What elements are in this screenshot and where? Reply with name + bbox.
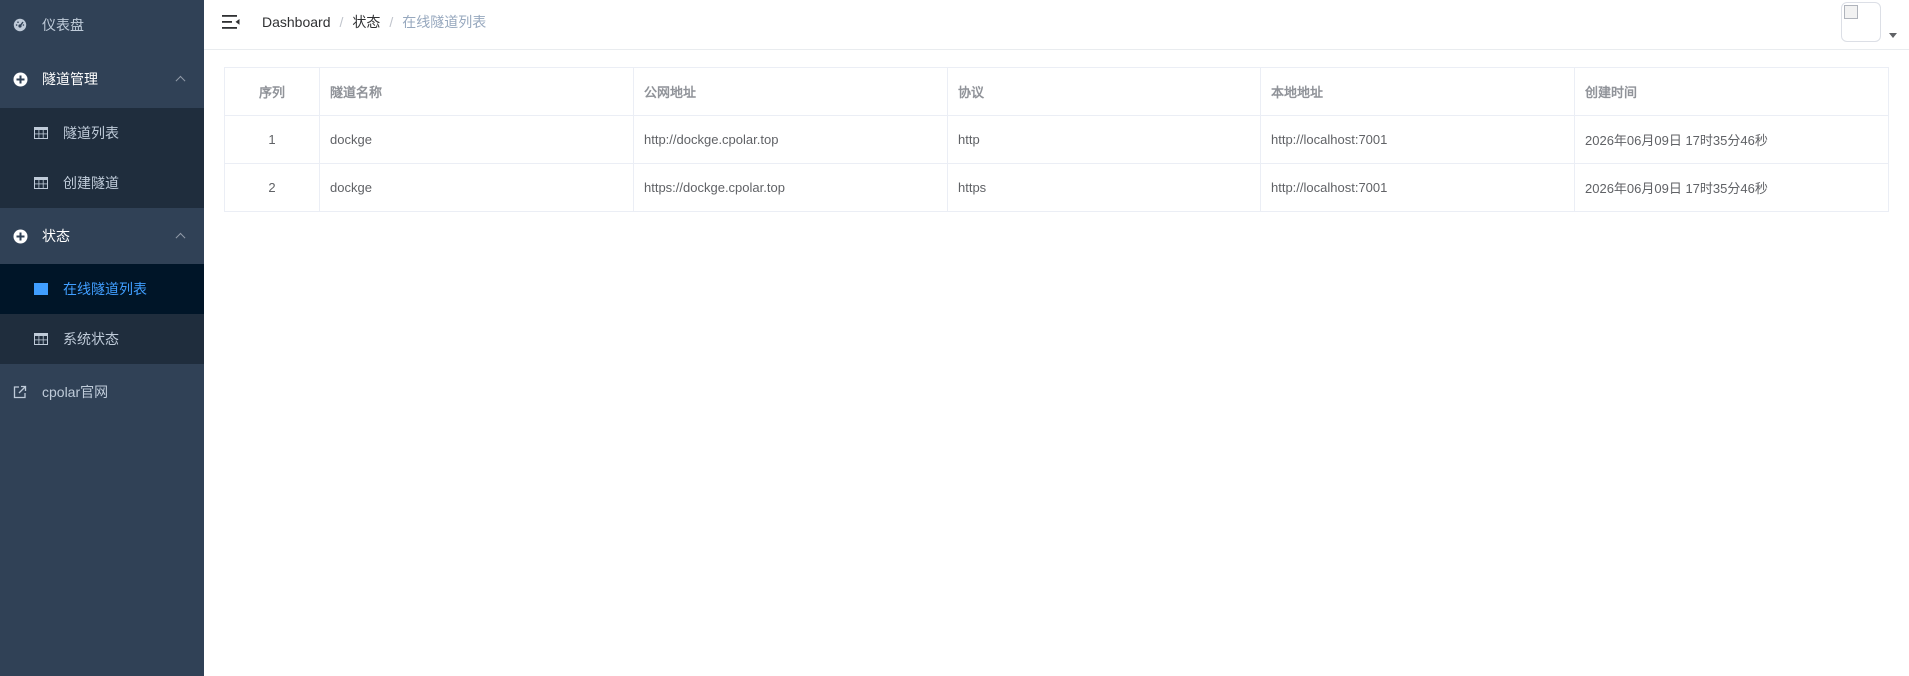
sidebar-submenu-tunnel-management[interactable]: 隧道管理: [0, 50, 204, 108]
table-icon: [33, 175, 49, 191]
sidebar-item-label: 隧道管理: [42, 71, 98, 87]
table-icon: [33, 281, 49, 297]
table-header: 序列 隧道名称 公网地址 协议 本地地址 创建时间: [224, 67, 1889, 116]
hamburger-menu-icon[interactable]: [222, 14, 240, 30]
column-header-public-url: 公网地址: [633, 67, 948, 116]
sidebar-item-label: 创建隧道: [63, 175, 119, 191]
column-header-tunnel-name: 隧道名称: [319, 67, 634, 116]
sidebar-item-label: 仪表盘: [42, 17, 84, 33]
column-header-local-address: 本地地址: [1260, 67, 1575, 116]
sidebar-item-tunnel-list[interactable]: 隧道列表: [0, 108, 204, 158]
navbar: Dashboard / 状态 / 在线隧道列表: [204, 0, 1909, 50]
submenu-tunnel-management: 隧道列表 创建隧道: [0, 108, 204, 208]
cell-index: 2: [224, 163, 320, 212]
table-icon: [33, 125, 49, 141]
cell-created-at: 2026年06月09日 17时35分46秒: [1574, 115, 1889, 164]
cell-index: 1: [224, 115, 320, 164]
sidebar-item-label: cpolar官网: [42, 384, 109, 400]
sidebar-item-cpolar-official-site[interactable]: cpolar官网: [0, 364, 204, 420]
table-icon: [33, 331, 49, 347]
chevron-up-icon: [175, 75, 186, 86]
sidebar-item-label: 系统状态: [63, 331, 119, 347]
app-root: 仪表盘 隧道管理 隧道列表 创建隧道 状态 在线隧道列表 系统状态 cpolar…: [0, 0, 1909, 676]
submenu-status: 在线隧道列表 系统状态: [0, 264, 204, 364]
cell-local-address: http://localhost:7001: [1260, 163, 1575, 212]
table-body: 1 dockge http://dockge.cpolar.top http h…: [224, 115, 1889, 212]
sidebar-item-label: 在线隧道列表: [63, 281, 147, 297]
cell-tunnel-name: dockge: [319, 163, 634, 212]
external-link-icon: [12, 384, 28, 400]
plus-circle-icon: [12, 71, 28, 87]
cell-public-url: http://dockge.cpolar.top: [633, 115, 948, 164]
cell-protocol: http: [947, 115, 1261, 164]
table-row: 2 dockge https://dockge.cpolar.top https…: [224, 163, 1889, 212]
sidebar-item-create-tunnel[interactable]: 创建隧道: [0, 158, 204, 208]
breadcrumb-separator: /: [339, 14, 344, 30]
breadcrumb-separator: /: [389, 14, 394, 30]
sidebar-item-dashboard[interactable]: 仪表盘: [0, 0, 204, 50]
main-content: 序列 隧道名称 公网地址 协议 本地地址 创建时间 1 dockge http:…: [224, 67, 1889, 212]
sidebar-item-system-status[interactable]: 系统状态: [0, 314, 204, 364]
breadcrumb-status: 状态: [352, 14, 381, 30]
cell-public-url: https://dockge.cpolar.top: [633, 163, 948, 212]
sidebar: 仪表盘 隧道管理 隧道列表 创建隧道 状态 在线隧道列表 系统状态 cpolar…: [0, 0, 204, 676]
online-tunnel-table: 序列 隧道名称 公网地址 协议 本地地址 创建时间 1 dockge http:…: [224, 67, 1889, 212]
plus-circle-icon: [12, 228, 28, 244]
column-header-index: 序列: [224, 67, 320, 116]
broken-image-icon: [1844, 5, 1858, 19]
sidebar-submenu-status[interactable]: 状态: [0, 208, 204, 264]
cell-local-address: http://localhost:7001: [1260, 115, 1575, 164]
cell-protocol: https: [947, 163, 1261, 212]
column-header-protocol: 协议: [947, 67, 1261, 116]
user-menu[interactable]: [1841, 2, 1897, 42]
breadcrumb-dashboard[interactable]: Dashboard: [262, 14, 331, 30]
chevron-up-icon: [175, 232, 186, 243]
table-header-row: 序列 隧道名称 公网地址 协议 本地地址 创建时间: [224, 67, 1889, 116]
caret-down-icon[interactable]: [1889, 32, 1897, 38]
sidebar-item-label: 隧道列表: [63, 125, 119, 141]
table-row: 1 dockge http://dockge.cpolar.top http h…: [224, 115, 1889, 164]
sidebar-item-online-tunnel-list[interactable]: 在线隧道列表: [0, 264, 204, 314]
cell-created-at: 2026年06月09日 17时35分46秒: [1574, 163, 1889, 212]
dashboard-icon: [12, 17, 28, 33]
avatar[interactable]: [1841, 2, 1881, 42]
breadcrumb: Dashboard / 状态 / 在线隧道列表: [262, 0, 486, 44]
cell-tunnel-name: dockge: [319, 115, 634, 164]
breadcrumb-current: 在线隧道列表: [402, 14, 487, 30]
column-header-created-at: 创建时间: [1574, 67, 1889, 116]
sidebar-item-label: 状态: [42, 228, 70, 244]
